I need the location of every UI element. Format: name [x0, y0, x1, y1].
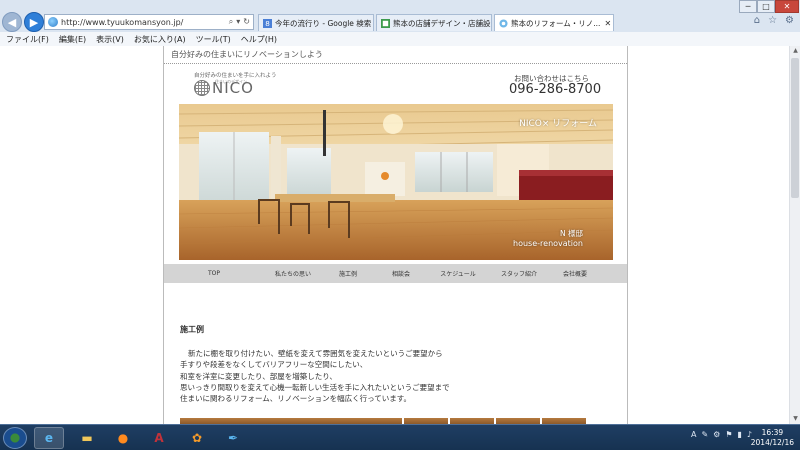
ime-pen-icon[interactable]: ✎ — [701, 430, 708, 439]
tab-label: 今年の流行り - Google 検索 — [275, 18, 372, 28]
nav-works[interactable]: 施工例 — [322, 269, 374, 278]
hero-caption-name: N 様邸 — [560, 229, 583, 238]
body-line: 和室を洋室に変更したり、部屋を増築したり、 — [180, 371, 337, 381]
tab-reform-active[interactable]: 熊本のリフォーム・リノ... ✕ — [494, 14, 614, 31]
nav-staff[interactable]: スタッフ紹介 — [488, 269, 550, 278]
back-button[interactable]: ◀ — [2, 12, 22, 32]
vertical-scrollbar[interactable]: ▲ ▼ — [789, 46, 800, 424]
svg-text:8: 8 — [265, 19, 270, 28]
divider — [164, 63, 627, 64]
site-container: 自分好みの住まいにリノベーションしよう 自分好みの住まいを手に入れよう 住まいの… — [163, 46, 628, 424]
menu-favorites[interactable]: お気に入り(A) — [134, 34, 186, 45]
minimize-button[interactable]: ─ — [739, 0, 757, 13]
favorites-star-icon[interactable]: ☆ — [768, 15, 777, 26]
logo-globe-icon — [194, 80, 210, 96]
nav-company[interactable]: 会社概要 — [550, 269, 600, 278]
system-clock[interactable]: 16:39 2014/12/16 — [751, 428, 794, 448]
page-viewport: 自分好みの住まいにリノベーションしよう 自分好みの住まいを手に入れよう 住まいの… — [0, 46, 789, 424]
tab-store-design[interactable]: 熊本の店舗デザイン・店舗設... — [376, 14, 492, 31]
forward-button[interactable]: ▶ — [24, 12, 44, 32]
logo-text: NICO — [212, 79, 254, 97]
browser-titlebar: ◀ ▶ http://www.tyuukomansyon.jp/ ⌕ ▾ ↻ 8… — [0, 0, 800, 32]
scroll-up-icon[interactable]: ▲ — [791, 46, 800, 56]
body-line: 思いっきり間取りを変えて心機一転新しい生活を手に入れたいというご要望まで — [180, 382, 450, 392]
clock-time: 16:39 — [761, 428, 784, 437]
close-tab-icon[interactable]: ✕ — [600, 19, 611, 28]
nav-consultation[interactable]: 相談会 — [374, 269, 428, 278]
hero-caption-type: house-renovation — [513, 239, 583, 248]
menu-file[interactable]: ファイル(F) — [6, 34, 49, 45]
nav-our-thoughts[interactable]: 私たちの思い — [264, 269, 322, 278]
address-bar[interactable]: http://www.tyuukomansyon.jp/ ⌕ ▾ ↻ — [44, 14, 254, 30]
site-logo[interactable]: NICO — [194, 79, 254, 97]
section-title: 施工例 — [180, 325, 204, 334]
tab-label: 熊本のリフォーム・リノ... — [511, 18, 601, 28]
logo-catchphrase: 自分好みの住まいを手に入れよう — [194, 73, 277, 79]
internet-explorer-icon: e — [44, 431, 54, 445]
address-text[interactable]: http://www.tyuukomansyon.jp/ — [61, 18, 229, 27]
hero-title: NICO× リフォーム — [519, 119, 597, 129]
taskbar-app-orange[interactable]: ✿ — [182, 427, 212, 449]
menu-help[interactable]: ヘルプ(H) — [241, 34, 277, 45]
site-favicon-icon — [381, 18, 390, 28]
network-icon[interactable]: ▮ — [737, 430, 741, 439]
global-nav: TOP 私たちの思い 施工例 相談会 スケジュール スタッフ紹介 会社概要 — [164, 264, 627, 283]
system-tray: A ✎ ⚙ ⚑ ▮ ♪ — [691, 430, 752, 439]
taskbar-access[interactable]: A — [144, 427, 174, 449]
dropdown-icon[interactable]: ▾ — [236, 17, 240, 27]
contact-phone[interactable]: 096-286-8700 — [509, 82, 601, 97]
home-icon[interactable]: ⌂ — [754, 15, 760, 26]
taskbar-ie[interactable]: e — [34, 427, 64, 449]
tab-label: 熊本の店舗デザイン・店舗設... — [393, 18, 492, 28]
gear-icon[interactable]: ⚙ — [785, 15, 794, 26]
hero-image: NICO× リフォーム N 様邸 house-renovation — [179, 104, 613, 260]
body-line: 住まいに関わるリフォーム、リノベーションを幅広く行っています。 — [180, 394, 411, 404]
ie-page-icon — [499, 18, 508, 28]
scroll-thumb[interactable] — [791, 58, 799, 198]
menu-tools[interactable]: ツール(T) — [196, 34, 231, 45]
tab-google-search[interactable]: 8 今年の流行り - Google 検索 — [258, 14, 374, 31]
close-button[interactable]: ✕ — [775, 0, 799, 13]
flag-icon[interactable]: ⚑ — [725, 430, 732, 439]
taskbar-firefox[interactable]: ● — [108, 427, 138, 449]
menu-bar: ファイル(F) 編集(E) 表示(V) お気に入り(A) ツール(T) ヘルプ(… — [0, 32, 800, 46]
taskbar-explorer[interactable]: ▬ — [72, 427, 102, 449]
refresh-icon[interactable]: ↻ — [243, 17, 250, 27]
menu-edit[interactable]: 編集(E) — [59, 34, 86, 45]
body-line: 手すりや段差をなくしてバリアフリーな空間にしたい、 — [180, 360, 368, 370]
body-line: 新たに棚を取り付けたい、壁紙を変えて雰囲気を変えたいというご要望から — [188, 349, 443, 358]
ime-indicator[interactable]: A — [691, 430, 696, 439]
maximize-button[interactable]: □ — [757, 0, 775, 13]
start-button[interactable] — [3, 427, 27, 449]
pen-icon: ✒ — [227, 431, 239, 445]
firefox-icon: ● — [117, 431, 129, 445]
site-tagline: 自分好みの住まいにリノベーションしよう — [171, 50, 323, 59]
clock-date: 2014/12/16 — [750, 438, 794, 447]
nav-top[interactable]: TOP — [164, 270, 264, 277]
menu-view[interactable]: 表示(V) — [96, 34, 124, 45]
taskbar-app-pen[interactable]: ✒ — [218, 427, 248, 449]
folder-icon: ▬ — [81, 431, 93, 445]
windows-taskbar: e ▬ ● A ✿ ✒ A ✎ ⚙ ⚑ ▮ ♪ 16:39 2014/12/16 — [0, 424, 800, 450]
ime-tools-icon[interactable]: ⚙ — [713, 430, 720, 439]
search-icon[interactable]: ⌕ — [229, 17, 233, 27]
ie-page-icon — [48, 17, 58, 27]
app-icon: ✿ — [191, 431, 203, 445]
access-icon: A — [154, 431, 164, 445]
scroll-down-icon[interactable]: ▼ — [791, 414, 800, 424]
google-icon: 8 — [263, 18, 272, 28]
nav-schedule[interactable]: スケジュール — [428, 269, 488, 278]
section-body: 新たに棚を取り付けたい、壁紙を変えて雰囲気を変えたいというご要望から 手すりや段… — [180, 348, 620, 404]
